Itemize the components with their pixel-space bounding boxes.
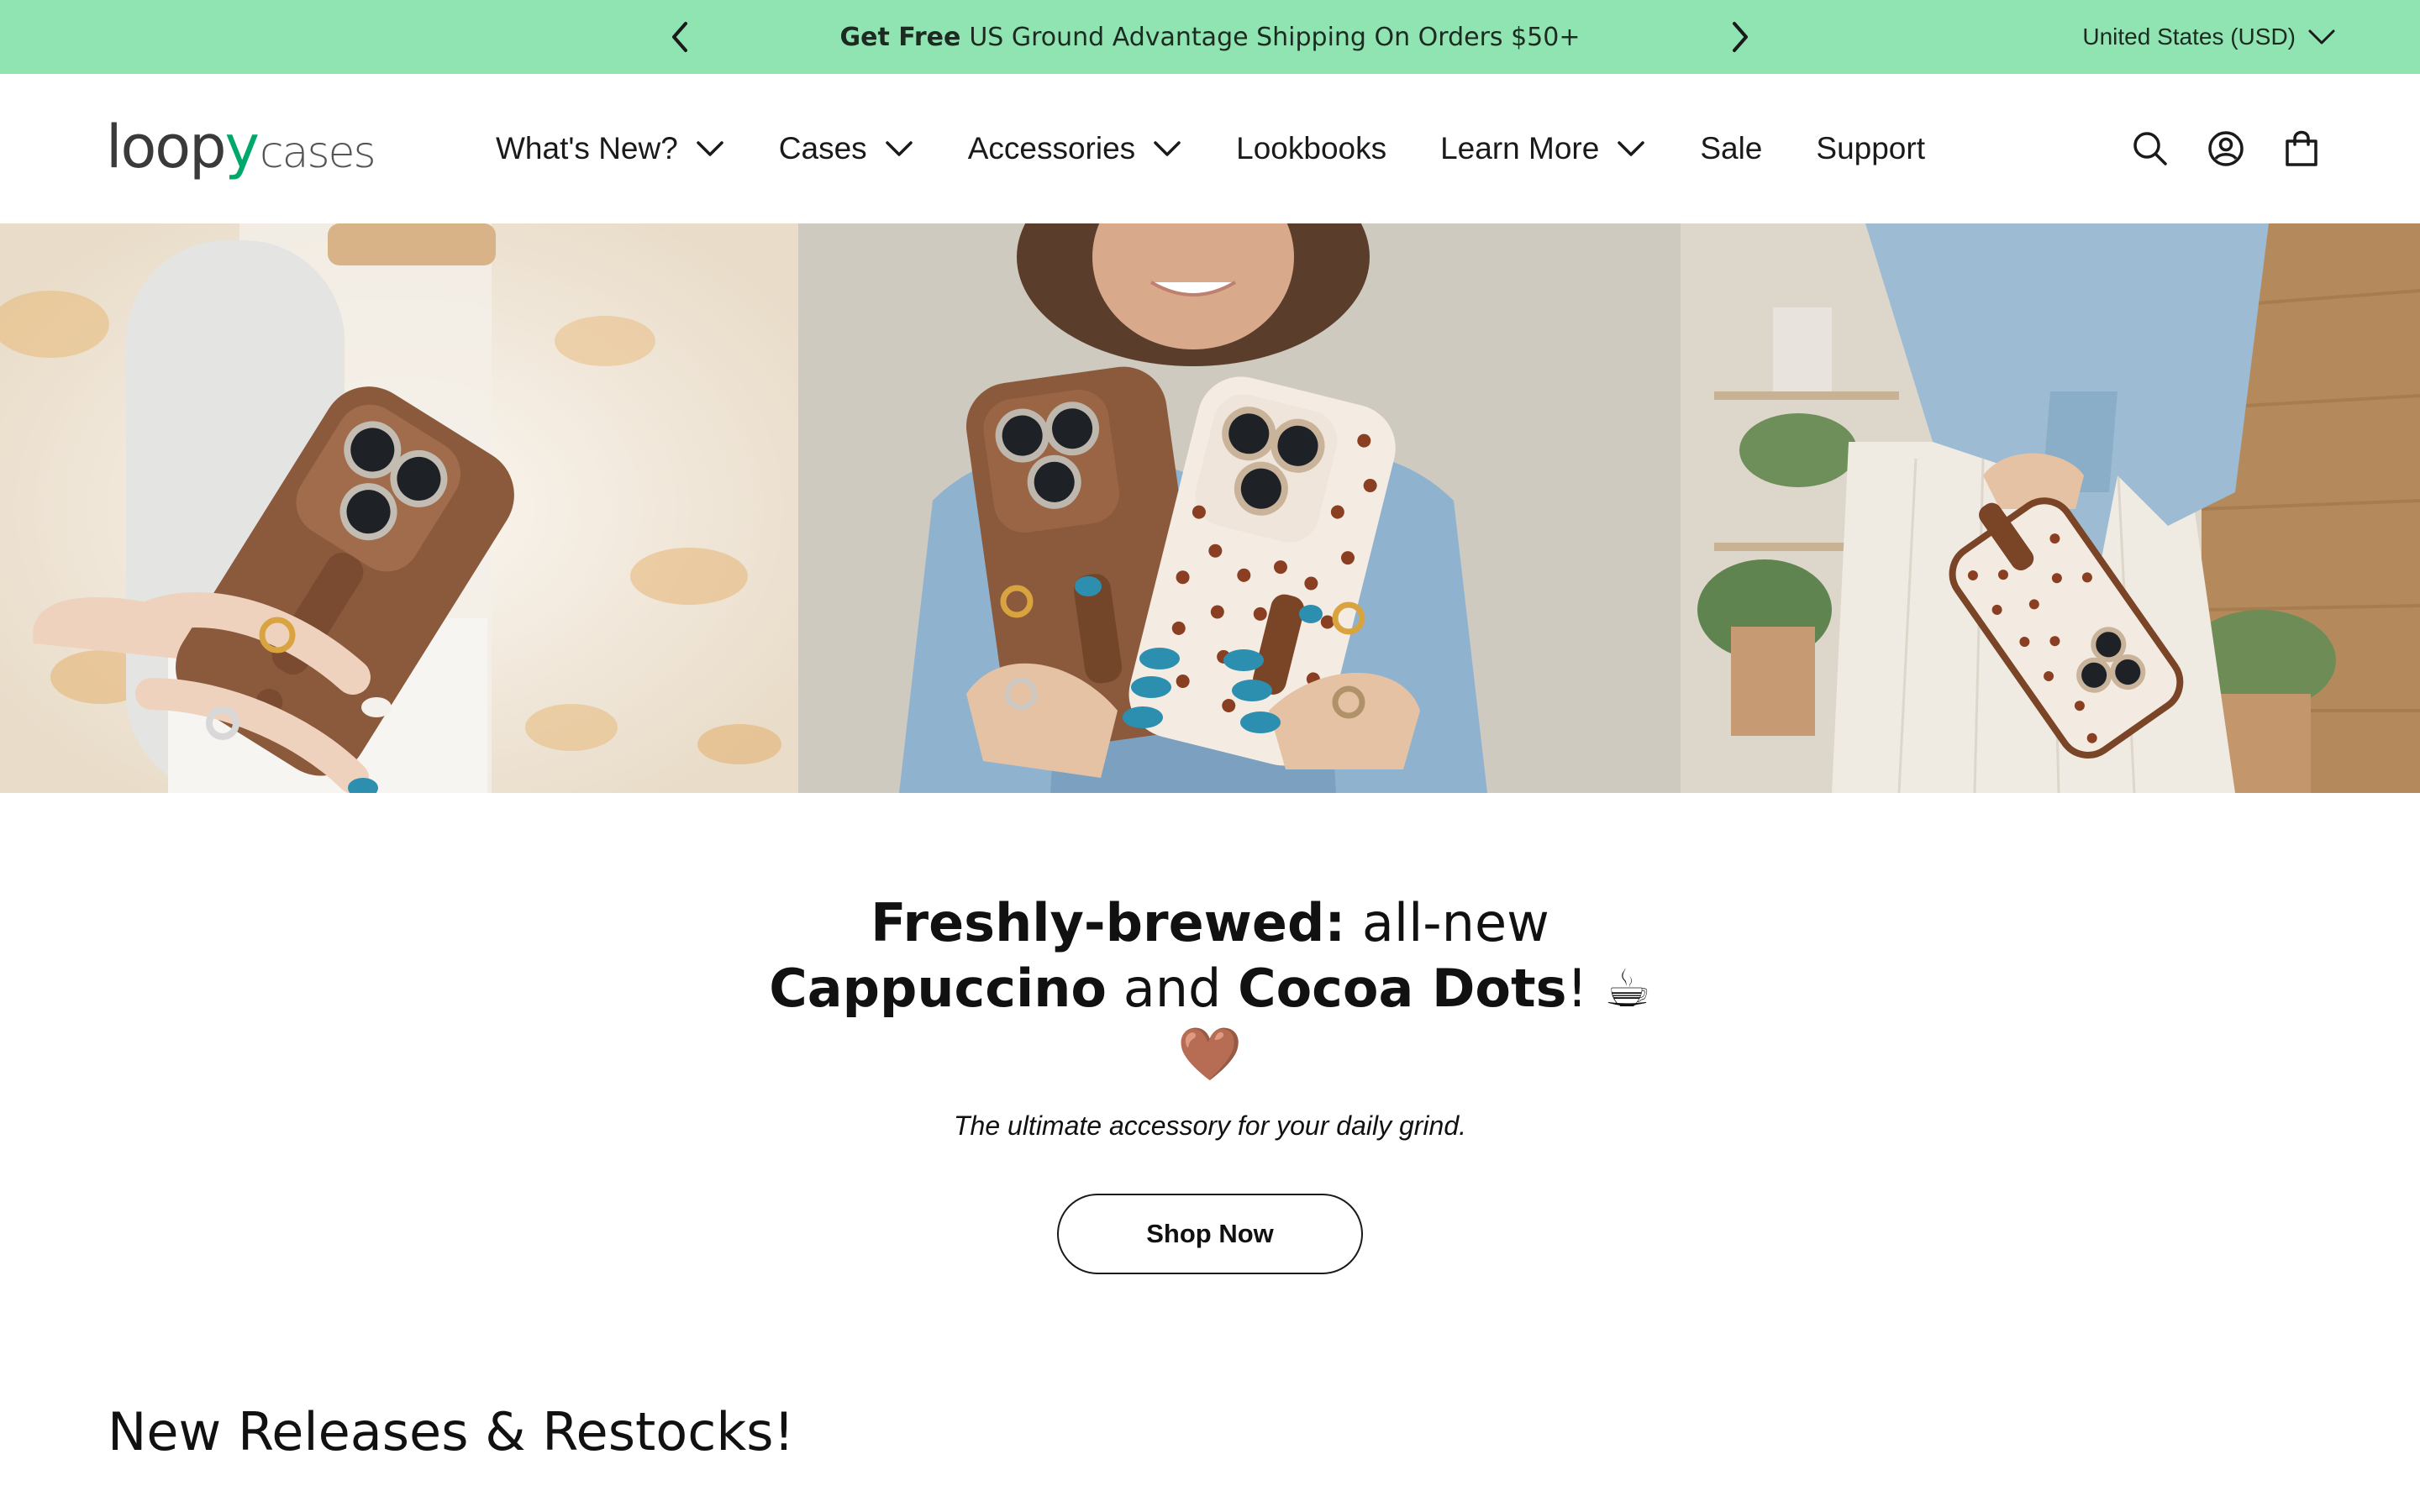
announcement-bar: Get Free US Ground Advantage Shipping On… xyxy=(0,0,2420,74)
chevron-down-icon xyxy=(885,141,913,156)
hero-panel-left xyxy=(0,223,798,793)
site-header: loop y cases What's New? Cases Accessori… xyxy=(0,74,2420,223)
promo-title-bold-3: Cocoa Dots xyxy=(1238,958,1567,1019)
nav-item-whats-new[interactable]: What's New? xyxy=(496,131,725,166)
chevron-down-icon xyxy=(697,141,723,156)
logo-text-loop: loop xyxy=(106,113,227,181)
new-releases-heading: New Releases & Restocks! xyxy=(108,1401,795,1462)
logo-text-y: y xyxy=(224,113,260,181)
nav-item-accessories[interactable]: Accessories xyxy=(968,131,1182,166)
nav-label: Lookbooks xyxy=(1236,131,1387,165)
nav-item-lookbooks[interactable]: Lookbooks xyxy=(1236,131,1386,166)
nav-label: Accessories xyxy=(967,131,1136,165)
header-actions xyxy=(2131,74,2321,223)
nav-label: Learn More xyxy=(1440,131,1600,165)
search-icon[interactable] xyxy=(2131,129,2170,168)
announcement-bold: Get Free xyxy=(839,22,961,52)
nav-item-cases[interactable]: Cases xyxy=(779,131,914,166)
promo-title-text-1: all-new xyxy=(1345,892,1549,953)
prev-announcement-button[interactable] xyxy=(661,18,698,55)
hero-panel-center xyxy=(798,223,1681,793)
nav-label: What's New? xyxy=(496,131,678,165)
nav-item-learn-more[interactable]: Learn More xyxy=(1440,131,1646,166)
nav-item-support[interactable]: Support xyxy=(1816,131,1925,166)
hero-panel-right xyxy=(1681,223,2420,793)
nav-label: Sale xyxy=(1700,131,1763,165)
chevron-down-icon xyxy=(1154,141,1181,156)
chevron-down-icon xyxy=(2308,29,2335,45)
chevron-left-icon xyxy=(672,22,687,52)
nav-label: Support xyxy=(1816,131,1925,165)
promo-title: Freshly-brewed: all-new Cappuccino and C… xyxy=(748,890,1672,1087)
promo-section: Freshly-brewed: all-new Cappuccino and C… xyxy=(0,890,2420,1274)
shop-now-button[interactable]: Shop Now xyxy=(1057,1194,1363,1274)
logo-text-cases: cases xyxy=(259,128,376,178)
hero-image-center xyxy=(798,223,1681,793)
main-nav: What's New? Cases Accessories Lookbooks … xyxy=(496,74,1979,223)
hero-banner[interactable] xyxy=(0,223,2420,793)
nav-item-sale[interactable]: Sale xyxy=(1700,131,1762,166)
hero-image-right xyxy=(1681,223,2420,793)
promo-title-bold-2: Cappuccino xyxy=(769,958,1107,1019)
cart-icon[interactable] xyxy=(2282,129,2321,168)
nav-label: Cases xyxy=(778,131,867,165)
chevron-right-icon xyxy=(1733,22,1748,52)
chevron-down-icon xyxy=(1618,141,1645,156)
next-announcement-button[interactable] xyxy=(1722,18,1759,55)
promo-title-bold-1: Freshly-brewed: xyxy=(871,892,1346,953)
hero-image-left xyxy=(0,223,798,793)
announcement-text: US Ground Advantage Shipping On Orders $… xyxy=(969,22,1581,52)
currency-label: United States (USD) xyxy=(2082,24,2296,50)
account-icon[interactable] xyxy=(2207,129,2245,168)
promo-subtitle: The ultimate accessory for your daily gr… xyxy=(953,1110,1467,1141)
currency-selector[interactable]: United States (USD) xyxy=(2082,0,2336,74)
promo-title-text-2: and xyxy=(1107,958,1239,1019)
announcement-message: Get Free US Ground Advantage Shipping On… xyxy=(756,0,1664,74)
loopy-cases-logo[interactable]: loop y cases xyxy=(106,113,376,181)
